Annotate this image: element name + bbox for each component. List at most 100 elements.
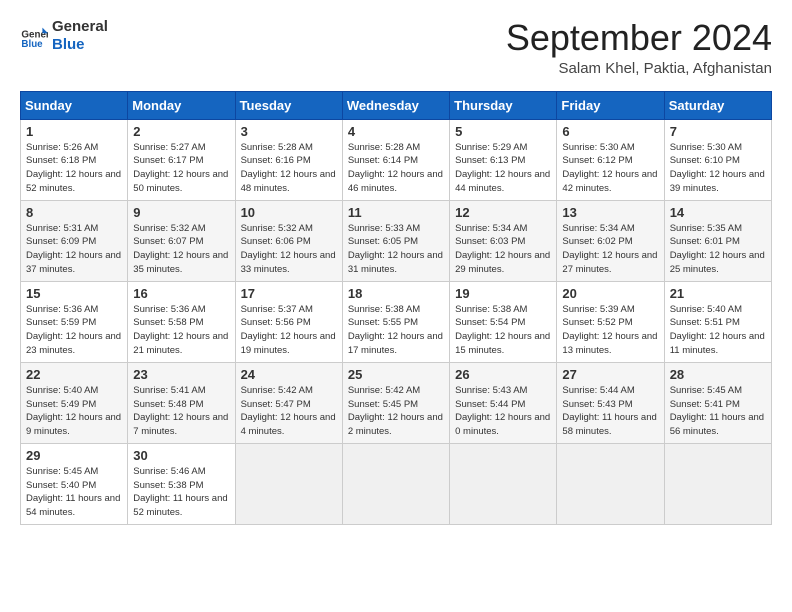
cell-text: Sunrise: 5:42 AMSunset: 5:45 PMDaylight:…: [348, 384, 444, 439]
col-monday: Monday: [128, 91, 235, 119]
cell-text: Sunrise: 5:41 AMSunset: 5:48 PMDaylight:…: [133, 384, 229, 439]
calendar-cell: 23 Sunrise: 5:41 AMSunset: 5:48 PMDayligh…: [128, 362, 235, 443]
cell-text: Sunrise: 5:38 AMSunset: 5:55 PMDaylight:…: [348, 303, 444, 358]
col-saturday: Saturday: [664, 91, 771, 119]
calendar-cell: 11Sunrise: 5:33 AMSunset: 6:05 PMDayligh…: [342, 200, 449, 281]
calendar-cell: 25 Sunrise: 5:42 AMSunset: 5:45 PMDayligh…: [342, 362, 449, 443]
day-number: 21: [670, 286, 766, 301]
cell-text: Sunrise: 5:40 AMSunset: 5:49 PMDaylight:…: [26, 384, 122, 439]
day-number: 17: [241, 286, 337, 301]
calendar-cell: 5 Sunrise: 5:29 AMSunset: 6:13 PMDaylight…: [450, 119, 557, 200]
day-number: 11: [348, 205, 444, 220]
cell-text: Sunrise: 5:44 AMSunset: 5:43 PMDaylight:…: [562, 384, 658, 439]
cell-text: Sunrise: 5:40 AMSunset: 5:51 PMDaylight:…: [670, 303, 766, 358]
svg-text:Blue: Blue: [21, 39, 43, 50]
day-number: 18: [348, 286, 444, 301]
cell-text: Sunrise: 5:31 AMSunset: 6:09 PMDaylight:…: [26, 222, 122, 277]
day-number: 7: [670, 124, 766, 139]
calendar-cell: 21 Sunrise: 5:40 AMSunset: 5:51 PMDayligh…: [664, 281, 771, 362]
calendar-cell: 18 Sunrise: 5:38 AMSunset: 5:55 PMDayligh…: [342, 281, 449, 362]
cell-text: Sunrise: 5:46 AMSunset: 5:38 PMDaylight:…: [133, 465, 229, 520]
calendar-week-row: 22 Sunrise: 5:40 AMSunset: 5:49 PMDayligh…: [21, 362, 772, 443]
logo-text: General: [52, 18, 108, 36]
day-number: 25: [348, 367, 444, 382]
calendar-cell: 15Sunrise: 5:36 AMSunset: 5:59 PMDayligh…: [21, 281, 128, 362]
day-number: 19: [455, 286, 551, 301]
cell-text: Sunrise: 5:37 AMSunset: 5:56 PMDaylight:…: [241, 303, 337, 358]
day-number: 6: [562, 124, 658, 139]
day-number: 9: [133, 205, 229, 220]
calendar-cell: 4Sunrise: 5:28 AMSunset: 6:14 PMDaylight…: [342, 119, 449, 200]
calendar-week-row: 15Sunrise: 5:36 AMSunset: 5:59 PMDayligh…: [21, 281, 772, 362]
day-number: 13: [562, 205, 658, 220]
cell-text: Sunrise: 5:35 AMSunset: 6:01 PMDaylight:…: [670, 222, 766, 277]
logo-icon: General Blue: [20, 22, 48, 50]
calendar-cell: 12 Sunrise: 5:34 AMSunset: 6:03 PMDayligh…: [450, 200, 557, 281]
calendar-cell: 14 Sunrise: 5:35 AMSunset: 6:01 PMDayligh…: [664, 200, 771, 281]
day-number: 14: [670, 205, 766, 220]
cell-text: Sunrise: 5:29 AMSunset: 6:13 PMDaylight:…: [455, 141, 551, 196]
day-number: 8: [26, 205, 122, 220]
day-number: 4: [348, 124, 444, 139]
day-number: 22: [26, 367, 122, 382]
calendar-week-row: 29 Sunrise: 5:45 AMSunset: 5:40 PMDayligh…: [21, 443, 772, 524]
day-number: 3: [241, 124, 337, 139]
calendar-cell: 2 Sunrise: 5:27 AMSunset: 6:17 PMDaylight…: [128, 119, 235, 200]
calendar-cell: 9 Sunrise: 5:32 AMSunset: 6:07 PMDaylight…: [128, 200, 235, 281]
cell-text: Sunrise: 5:32 AMSunset: 6:07 PMDaylight:…: [133, 222, 229, 277]
day-number: 28: [670, 367, 766, 382]
day-number: 10: [241, 205, 337, 220]
title-block: September 2024 Salam Khel, Paktia, Afgha…: [506, 18, 772, 77]
calendar-cell: 24 Sunrise: 5:42 AMSunset: 5:47 PMDayligh…: [235, 362, 342, 443]
cell-text: Sunrise: 5:36 AMSunset: 5:59 PMDaylight:…: [26, 303, 122, 358]
col-friday: Friday: [557, 91, 664, 119]
header-row: General Blue General Blue September 2024…: [20, 18, 772, 77]
calendar-week-row: 8 Sunrise: 5:31 AMSunset: 6:09 PMDaylight…: [21, 200, 772, 281]
month-title: September 2024: [506, 18, 772, 58]
calendar-cell: 1Sunrise: 5:26 AMSunset: 6:18 PMDaylight…: [21, 119, 128, 200]
calendar-cell: 17 Sunrise: 5:37 AMSunset: 5:56 PMDayligh…: [235, 281, 342, 362]
day-number: 5: [455, 124, 551, 139]
cell-text: Sunrise: 5:26 AMSunset: 6:18 PMDaylight:…: [26, 141, 122, 196]
cell-text: Sunrise: 5:45 AMSunset: 5:40 PMDaylight:…: [26, 465, 122, 520]
cell-text: Sunrise: 5:38 AMSunset: 5:54 PMDaylight:…: [455, 303, 551, 358]
calendar-cell: 26Sunrise: 5:43 AMSunset: 5:44 PMDayligh…: [450, 362, 557, 443]
cell-text: Sunrise: 5:32 AMSunset: 6:06 PMDaylight:…: [241, 222, 337, 277]
calendar-cell: 10 Sunrise: 5:32 AMSunset: 6:06 PMDayligh…: [235, 200, 342, 281]
col-tuesday: Tuesday: [235, 91, 342, 119]
calendar-cell: [342, 443, 449, 524]
calendar-cell: 6 Sunrise: 5:30 AMSunset: 6:12 PMDaylight…: [557, 119, 664, 200]
calendar-cell: 28 Sunrise: 5:45 AMSunset: 5:41 PMDayligh…: [664, 362, 771, 443]
calendar-cell: [664, 443, 771, 524]
col-thursday: Thursday: [450, 91, 557, 119]
calendar-cell: 27 Sunrise: 5:44 AMSunset: 5:43 PMDayligh…: [557, 362, 664, 443]
calendar-cell: 22 Sunrise: 5:40 AMSunset: 5:49 PMDayligh…: [21, 362, 128, 443]
logo: General Blue General Blue: [20, 18, 108, 54]
cell-text: Sunrise: 5:30 AMSunset: 6:12 PMDaylight:…: [562, 141, 658, 196]
calendar-cell: 16Sunrise: 5:36 AMSunset: 5:58 PMDayligh…: [128, 281, 235, 362]
cell-text: Sunrise: 5:43 AMSunset: 5:44 PMDaylight:…: [455, 384, 551, 439]
cell-text: Sunrise: 5:27 AMSunset: 6:17 PMDaylight:…: [133, 141, 229, 196]
day-number: 24: [241, 367, 337, 382]
cell-text: Sunrise: 5:36 AMSunset: 5:58 PMDaylight:…: [133, 303, 229, 358]
calendar-cell: [557, 443, 664, 524]
calendar-cell: 13 Sunrise: 5:34 AMSunset: 6:02 PMDayligh…: [557, 200, 664, 281]
cell-text: Sunrise: 5:34 AMSunset: 6:02 PMDaylight:…: [562, 222, 658, 277]
day-number: 29: [26, 448, 122, 463]
calendar-cell: 29 Sunrise: 5:45 AMSunset: 5:40 PMDayligh…: [21, 443, 128, 524]
calendar-cell: 3Sunrise: 5:28 AMSunset: 6:16 PMDaylight…: [235, 119, 342, 200]
day-number: 23: [133, 367, 229, 382]
day-number: 30: [133, 448, 229, 463]
cell-text: Sunrise: 5:45 AMSunset: 5:41 PMDaylight:…: [670, 384, 766, 439]
calendar-cell: [235, 443, 342, 524]
location-subtitle: Salam Khel, Paktia, Afghanistan: [506, 60, 772, 77]
col-sunday: Sunday: [21, 91, 128, 119]
day-number: 27: [562, 367, 658, 382]
page-container: General Blue General Blue September 2024…: [0, 0, 792, 535]
calendar-cell: 19 Sunrise: 5:38 AMSunset: 5:54 PMDayligh…: [450, 281, 557, 362]
cell-text: Sunrise: 5:42 AMSunset: 5:47 PMDaylight:…: [241, 384, 337, 439]
day-number: 12: [455, 205, 551, 220]
calendar-table: Sunday Monday Tuesday Wednesday Thursday…: [20, 91, 772, 525]
day-number: 2: [133, 124, 229, 139]
cell-text: Sunrise: 5:34 AMSunset: 6:03 PMDaylight:…: [455, 222, 551, 277]
